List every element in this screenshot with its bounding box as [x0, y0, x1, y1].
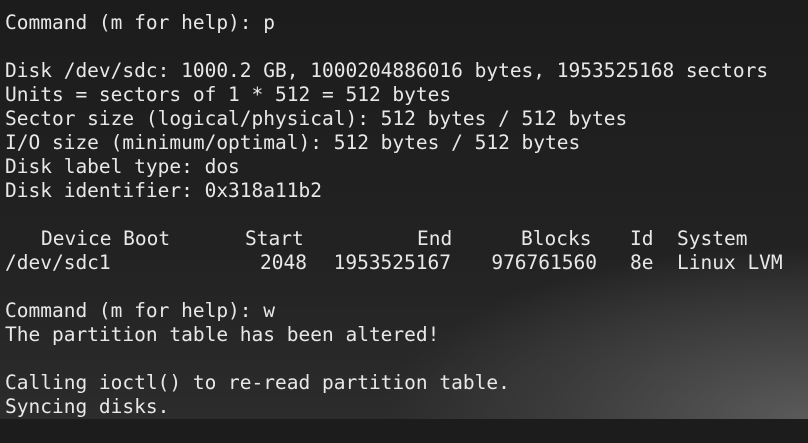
- header-system: System: [677, 227, 748, 250]
- altered-message: The partition table has been altered!: [5, 323, 440, 346]
- cell-device: /dev/sdc1: [5, 251, 111, 274]
- sector-size-line: Sector size (logical/physical): 512 byte…: [5, 107, 628, 130]
- cell-system: Linux LVM: [677, 251, 783, 274]
- ioctl-message: Calling ioctl() to re-read partition tab…: [5, 371, 510, 394]
- cell-id: 8e: [630, 251, 654, 274]
- header-start: Start: [245, 227, 304, 250]
- io-size-line: I/O size (minimum/optimal): 512 bytes / …: [5, 131, 581, 154]
- partition-table-row: /dev/sdc1 2048 1953525167 976761560 8e L…: [5, 251, 805, 275]
- disk-summary-line: Disk /dev/sdc: 1000.2 GB, 1000204886016 …: [5, 59, 769, 82]
- header-device-boot: Device Boot: [41, 227, 171, 250]
- disk-identifier-line: Disk identifier: 0x318a11b2: [5, 179, 322, 202]
- header-id: Id: [630, 227, 654, 250]
- cell-end: 1953525167: [333, 251, 451, 274]
- terminal-output[interactable]: Command (m for help): p Disk /dev/sdc: 1…: [5, 11, 805, 419]
- command-prompt-print: Command (m for help): p: [5, 11, 276, 34]
- syncing-message: Syncing disks.: [5, 395, 170, 418]
- units-line: Units = sectors of 1 * 512 = 512 bytes: [5, 83, 452, 106]
- cell-blocks: 976761560: [491, 251, 597, 274]
- cell-start: 2048: [260, 251, 307, 274]
- disk-label-type-line: Disk label type: dos: [5, 155, 240, 178]
- header-end: End: [417, 227, 453, 250]
- command-prompt-write: Command (m for help): w: [5, 299, 276, 322]
- header-blocks: Blocks: [521, 227, 592, 250]
- partition-table-header: Device Boot Start End Blocks Id System: [5, 227, 805, 251]
